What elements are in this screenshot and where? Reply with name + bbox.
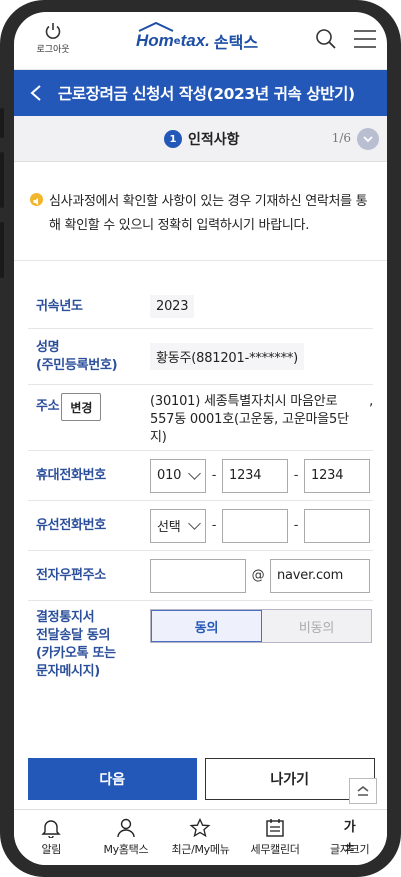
nav-item-label: 최근/My메뉴 bbox=[171, 843, 230, 856]
address-change-button[interactable]: 변경 bbox=[61, 393, 102, 421]
step-indicator: 1 인적사항 1/6 bbox=[14, 116, 387, 162]
logo-home-text: Hom bbox=[136, 31, 174, 50]
logout-button[interactable]: 로그아웃 bbox=[28, 22, 78, 55]
notice-box: 심사과정에서 확인할 사항이 있는 경우 기재하신 연락처를 통해 확인할 수 … bbox=[14, 162, 387, 261]
chevron-up-icon bbox=[357, 786, 369, 796]
hometax-logo[interactable]: Hom e tax. 손택스 bbox=[136, 22, 259, 56]
notification-label-line: 결정통지서 bbox=[36, 610, 95, 625]
nav-item-tax-calendar[interactable]: 세무캘린더 bbox=[238, 810, 313, 865]
chevron-down-icon bbox=[363, 136, 373, 143]
speaker-icon bbox=[30, 193, 43, 206]
logo-sontax-text: 손택스 bbox=[213, 33, 259, 52]
nav-item-label: 알림 bbox=[41, 843, 62, 856]
mobile-last-input[interactable]: 1234 bbox=[304, 458, 370, 493]
logout-label: 로그아웃 bbox=[36, 45, 70, 55]
consent-disagree-button[interactable]: 비동의 bbox=[262, 610, 371, 642]
step-expand-button[interactable] bbox=[357, 128, 379, 150]
calendar-icon bbox=[264, 818, 286, 838]
nav-item-alerts[interactable]: 알림 bbox=[14, 810, 89, 865]
scroll-top-button[interactable] bbox=[349, 778, 377, 804]
person-icon bbox=[115, 818, 137, 838]
dash: - bbox=[293, 518, 299, 533]
chevron-down-icon bbox=[188, 517, 201, 530]
email-label: 전자우편주소 bbox=[36, 567, 106, 583]
back-button[interactable] bbox=[14, 84, 58, 102]
action-buttons: 다음 나가기 bbox=[28, 758, 375, 800]
star-icon bbox=[189, 817, 211, 838]
search-icon[interactable] bbox=[315, 28, 337, 50]
nav-item-label: My홈택스 bbox=[103, 843, 149, 856]
consent-agree-button[interactable]: 동의 bbox=[151, 610, 262, 642]
nav-item-my-hometax[interactable]: My홈택스 bbox=[89, 810, 164, 865]
device-side-button bbox=[0, 222, 4, 278]
bell-icon bbox=[40, 818, 62, 839]
year-label: 귀속년도 bbox=[36, 298, 83, 314]
applicant-info-form: 귀속년도 2023 성명 (주민등록번호) 황동주(881201-*******… bbox=[14, 285, 387, 697]
notification-label-line: (카카오톡 또는 bbox=[36, 646, 116, 661]
mobile-prefix-select[interactable]: 010 bbox=[150, 458, 206, 493]
landline-last-input[interactable] bbox=[304, 508, 370, 543]
chevron-down-icon bbox=[188, 467, 201, 480]
form-row-landline: 유선전화번호 선택 - - bbox=[28, 501, 373, 551]
mobile-prefix-value: 010 bbox=[157, 468, 182, 483]
email-local-input[interactable] bbox=[150, 558, 246, 593]
power-icon bbox=[44, 22, 62, 40]
year-value: 2023 bbox=[150, 295, 195, 318]
form-row-email: 전자우편주소 @ naver.com bbox=[28, 551, 373, 601]
nav-item-label: 세무캘린더 bbox=[250, 843, 300, 856]
step-label: 인적사항 bbox=[188, 132, 240, 148]
top-header: 로그아웃 Hom e tax. 손택스 bbox=[14, 12, 387, 70]
notification-label-line: 전달송달 동의 bbox=[36, 628, 111, 643]
device-side-button bbox=[0, 152, 4, 208]
page-title-bar: 근로장려금 신청서 작성(2023년 귀속 상반기) bbox=[14, 70, 387, 116]
notification-label-group: 결정통지서 전달송달 동의 (카카오톡 또는 문자메시지) bbox=[28, 609, 150, 681]
email-at-sign: @ bbox=[251, 568, 265, 583]
nav-item-recent-menu[interactable]: 최근/My메뉴 bbox=[163, 810, 238, 865]
logo-e-text: e bbox=[173, 35, 181, 47]
notice-text: 심사과정에서 확인할 사항이 있는 경우 기재하신 연락처를 통해 확인할 수 … bbox=[49, 194, 368, 233]
step-number-badge: 1 bbox=[164, 130, 182, 148]
landline-label: 유선전화번호 bbox=[36, 517, 106, 533]
next-button[interactable]: 다음 bbox=[28, 758, 197, 800]
mobile-mid-input[interactable]: 1234 bbox=[222, 458, 288, 493]
consent-toggle: 동의 비동의 bbox=[150, 609, 372, 643]
dash: - bbox=[211, 518, 217, 533]
landline-prefix-value: 선택 bbox=[157, 520, 181, 535]
landline-mid-input[interactable] bbox=[222, 508, 288, 543]
menu-icon[interactable] bbox=[353, 28, 377, 50]
form-row-name: 성명 (주민등록번호) 황동주(881201-*******) bbox=[28, 329, 373, 385]
nav-item-font-size[interactable]: 가± 글자크기 bbox=[312, 810, 387, 865]
phone-screen: 로그아웃 Hom e tax. 손택스 근로장려금 신청서 작성(2023년 귀속 … bbox=[14, 12, 387, 865]
landline-prefix-select[interactable]: 선택 bbox=[150, 508, 206, 543]
name-label-group: 성명 (주민등록번호) bbox=[28, 339, 150, 375]
address-label: 주소 bbox=[36, 399, 60, 414]
dash: - bbox=[211, 468, 217, 483]
address-value: (30101) 세종특별자치시 마음안로 557동 0001호(고운동, 고운마… bbox=[150, 394, 349, 445]
notification-label-line: 문자메시지) bbox=[36, 664, 100, 679]
dash: - bbox=[293, 468, 299, 483]
page-title: 근로장려금 신청서 작성(2023년 귀속 상반기) bbox=[58, 85, 355, 103]
form-row-mobile: 휴대전화번호 010 - 1234 - 1234 bbox=[28, 451, 373, 501]
bottom-nav: 알림 My홈택스 최근/My메뉴 세무캘린더 가± 글자크기 bbox=[14, 809, 387, 865]
mobile-label: 휴대전화번호 bbox=[36, 467, 106, 483]
chevron-left-icon bbox=[30, 85, 41, 101]
name-label: 성명 bbox=[36, 339, 60, 355]
name-sub-label: (주민등록번호) bbox=[36, 357, 118, 373]
logo-tax-text: tax. bbox=[180, 31, 210, 50]
name-value: 황동주(881201-*******) bbox=[150, 343, 305, 370]
form-row-notification: 결정통지서 전달송달 동의 (카카오톡 또는 문자메시지) 동의 비동의 bbox=[28, 601, 373, 697]
step-count: 1/6 bbox=[331, 131, 351, 145]
device-side-button bbox=[0, 108, 4, 138]
form-row-address: 주소 변경 (30101) 세종특별자치시 마음안로 557동 0001호(고운… bbox=[28, 385, 373, 451]
font-size-icon: 가± bbox=[343, 820, 356, 855]
address-label-group: 주소 변경 bbox=[28, 393, 150, 421]
email-domain-input[interactable]: naver.com bbox=[270, 558, 370, 593]
form-row-year: 귀속년도 2023 bbox=[28, 285, 373, 329]
address-comma: , bbox=[369, 394, 373, 409]
roof-icon bbox=[138, 22, 174, 32]
